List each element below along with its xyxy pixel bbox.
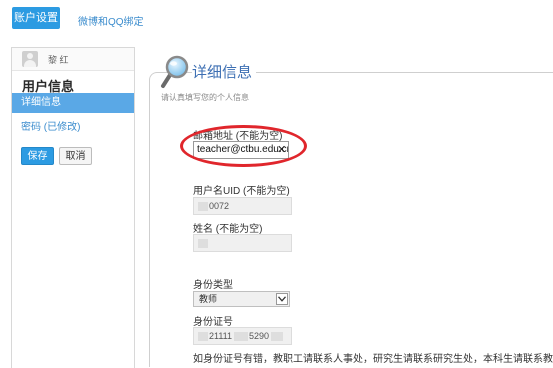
id-number-field[interactable]: 21111 5290 xyxy=(193,327,292,345)
sidebar-item-details[interactable]: 详细信息 xyxy=(12,93,134,113)
sidebar-item-password[interactable]: 密码 (已修改) xyxy=(21,118,80,133)
redacted-block xyxy=(271,332,284,342)
top-tab-bar: 账户设置 微博和QQ绑定 xyxy=(0,0,553,38)
id-number-prefix: 21111 xyxy=(209,331,233,341)
redacted-block xyxy=(198,239,208,249)
identity-type-select[interactable]: 教师 xyxy=(193,291,290,307)
chevron-down-icon[interactable] xyxy=(276,293,288,305)
user-name: 黎 红 xyxy=(48,55,69,65)
user-row: 黎 红 xyxy=(12,48,134,71)
redacted-block xyxy=(198,202,208,212)
cancel-button[interactable]: 取消 xyxy=(59,147,92,165)
uid-value: 0072 xyxy=(209,201,230,211)
redacted-block xyxy=(198,332,208,342)
uid-label: 用户名UID (不能为空) xyxy=(193,186,290,197)
identity-type-value: 教师 xyxy=(199,294,218,304)
tab-account-settings[interactable]: 账户设置 xyxy=(12,7,60,29)
id-number-label: 身份证号 xyxy=(193,317,233,328)
magnifier-icon xyxy=(160,55,190,89)
panel-subtitle: 请认真填写您的个人信息 xyxy=(161,93,249,102)
identity-type-label: 身份类型 xyxy=(193,280,233,291)
name-field[interactable] xyxy=(193,234,292,252)
id-number-middle: 5290 xyxy=(249,331,270,341)
highlight-ellipse xyxy=(180,125,307,167)
tab-weibo-qq-binding[interactable]: 微博和QQ绑定 xyxy=(78,13,144,28)
save-button[interactable]: 保存 xyxy=(21,147,54,165)
uid-field[interactable]: 0072 xyxy=(193,197,292,215)
panel-title: 详细信息 xyxy=(192,61,257,82)
id-error-note: 如身份证号有错，教职工请联系人事处，研究生请联系研究生处，本科生请联系教务处 xyxy=(193,354,553,365)
avatar-icon xyxy=(22,51,38,67)
name-label: 姓名 (不能为空) xyxy=(193,224,263,235)
sidebar: 黎 红 用户信息 详细信息 密码 (已修改) 保存 取消 xyxy=(11,47,135,368)
redacted-block xyxy=(234,332,249,342)
panel-border-left xyxy=(149,80,150,367)
